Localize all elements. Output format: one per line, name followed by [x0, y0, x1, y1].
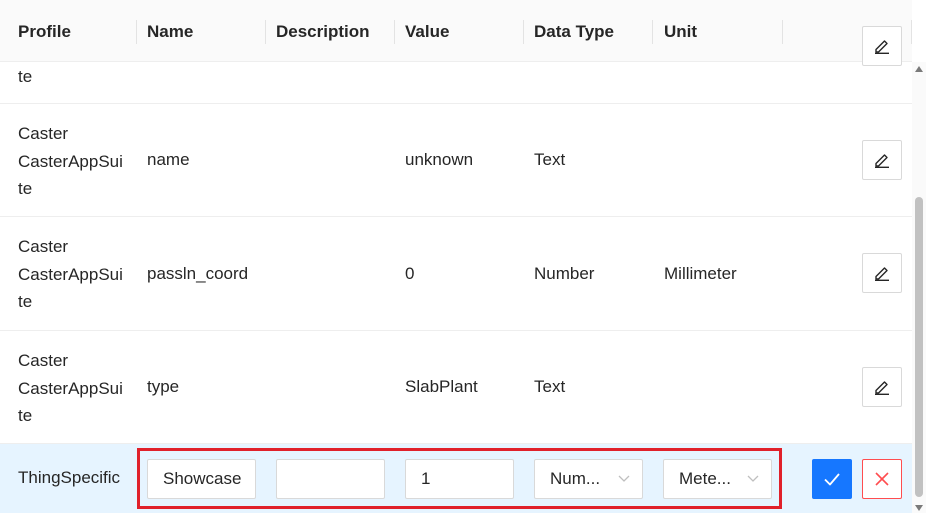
row-value: SlabPlant [405, 377, 478, 396]
table-row: Caster CasterAppSui te type SlabPlant Te… [0, 331, 912, 444]
header-description[interactable]: Description [276, 0, 370, 62]
edit-icon [875, 40, 889, 54]
row-name: name [147, 150, 190, 169]
header-separator [265, 20, 266, 44]
close-icon [875, 472, 889, 486]
parameters-table: Profile Name Description Value Data Type… [0, 0, 912, 513]
header-separator [394, 20, 395, 44]
table-header: Profile Name Description Value Data Type… [0, 0, 912, 62]
edit-icon [875, 267, 889, 281]
table-row: te [0, 26, 912, 104]
header-name[interactable]: Name [147, 0, 193, 62]
row-profile: Caster CasterAppSui te [18, 237, 123, 311]
row-profile: Caster CasterAppSui te [18, 351, 123, 425]
row-name: passln_coord [147, 264, 249, 283]
row-unit: Millimeter [664, 264, 737, 283]
row-profile: te [18, 67, 33, 86]
header-profile[interactable]: Profile [18, 0, 71, 62]
header-separator [911, 20, 912, 44]
row-data-type: Text [534, 150, 566, 169]
edit-icon [875, 154, 889, 168]
header-data-type[interactable]: Data Type [534, 0, 614, 62]
save-button[interactable] [812, 459, 852, 499]
edit-button[interactable] [862, 140, 902, 180]
header-separator [782, 20, 783, 44]
header-separator [523, 20, 524, 44]
row-data-type: Number [534, 264, 595, 283]
edit-button[interactable] [862, 253, 902, 293]
header-value[interactable]: Value [405, 0, 449, 62]
editing-row-profile: ThingSpecific [18, 468, 121, 487]
edit-button[interactable] [862, 26, 902, 66]
header-unit[interactable]: Unit [664, 0, 697, 62]
table-row: Caster CasterAppSui te name unknown Text [0, 104, 912, 217]
vertical-scrollbar[interactable] [912, 62, 926, 513]
cancel-button[interactable] [862, 459, 902, 499]
check-icon [824, 473, 840, 486]
edit-button[interactable] [862, 367, 902, 407]
highlight-box [137, 448, 782, 509]
scroll-up-arrow-icon[interactable] [915, 66, 923, 72]
row-value: 0 [405, 264, 415, 283]
scrollbar-thumb[interactable] [915, 197, 923, 497]
row-data-type: Text [534, 377, 566, 396]
row-profile: Caster CasterAppSui te [18, 124, 123, 198]
row-value: unknown [405, 150, 474, 169]
header-separator [136, 20, 137, 44]
header-separator [652, 20, 653, 44]
scroll-down-arrow-icon[interactable] [915, 505, 923, 511]
table-row: Caster CasterAppSui te passln_coord 0 Nu… [0, 217, 912, 331]
row-name: type [147, 377, 180, 396]
edit-icon [875, 381, 889, 395]
